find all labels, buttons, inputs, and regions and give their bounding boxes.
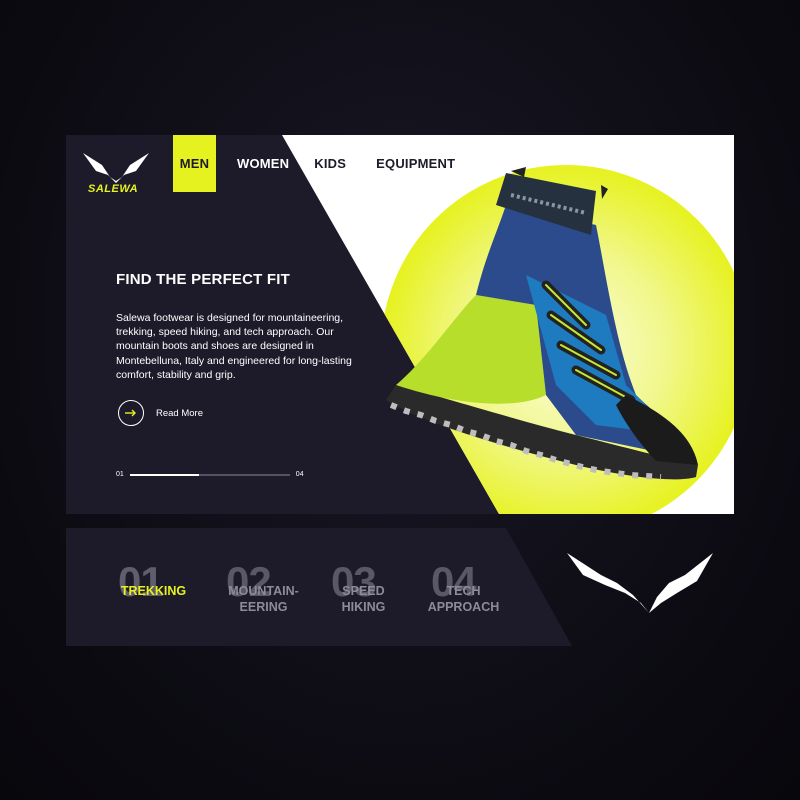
- brand-wordmark: SALEWA: [88, 183, 139, 195]
- category-tech-approach[interactable]: 04 TECH APPROACH: [421, 528, 506, 646]
- category-label: TECH APPROACH: [427, 584, 500, 614]
- category-label: TREKKING: [120, 584, 187, 598]
- read-more-label: Read More: [156, 407, 203, 419]
- category-trekking[interactable]: 01 TREKKING: [116, 528, 191, 646]
- category-speed-hiking[interactable]: 03 SPEED HIKING: [331, 528, 396, 646]
- category-bar: 01 TREKKING 02 MOUNTAIN- EERING 03 SPEED…: [66, 528, 572, 646]
- salewa-eagle-large-icon: [567, 553, 713, 613]
- hero-banner: SALEWA MEN WOMEN KIDS EQUIPMENT FIND THE…: [66, 135, 734, 514]
- category-label: MOUNTAIN- EERING: [228, 584, 299, 614]
- slide-pager[interactable]: 01 04: [116, 471, 304, 478]
- pager-end: 04: [295, 471, 304, 478]
- nav-women[interactable]: WOMEN: [237, 156, 289, 171]
- arrow-circle: [118, 400, 144, 426]
- salewa-logo[interactable]: SALEWA: [80, 149, 152, 199]
- category-mountaineering[interactable]: 02 MOUNTAIN- EERING: [216, 528, 311, 646]
- category-label: SPEED HIKING: [341, 584, 386, 614]
- pager-progress: [129, 473, 199, 476]
- read-more-button[interactable]: Read More: [118, 400, 203, 426]
- pager-track[interactable]: [129, 473, 290, 476]
- pager-start: 01: [116, 471, 124, 478]
- nav-kids[interactable]: KIDS: [314, 156, 346, 171]
- arrow-right-icon: [125, 409, 136, 417]
- hero-headline: FIND THE PERFECT FIT: [116, 271, 290, 288]
- salewa-eagle-logo-icon: [83, 153, 149, 183]
- hero-description: Salewa footwear is designed for mountain…: [116, 312, 352, 381]
- boot-product-image[interactable]: [376, 165, 706, 495]
- nav-men[interactable]: MEN: [173, 135, 216, 192]
